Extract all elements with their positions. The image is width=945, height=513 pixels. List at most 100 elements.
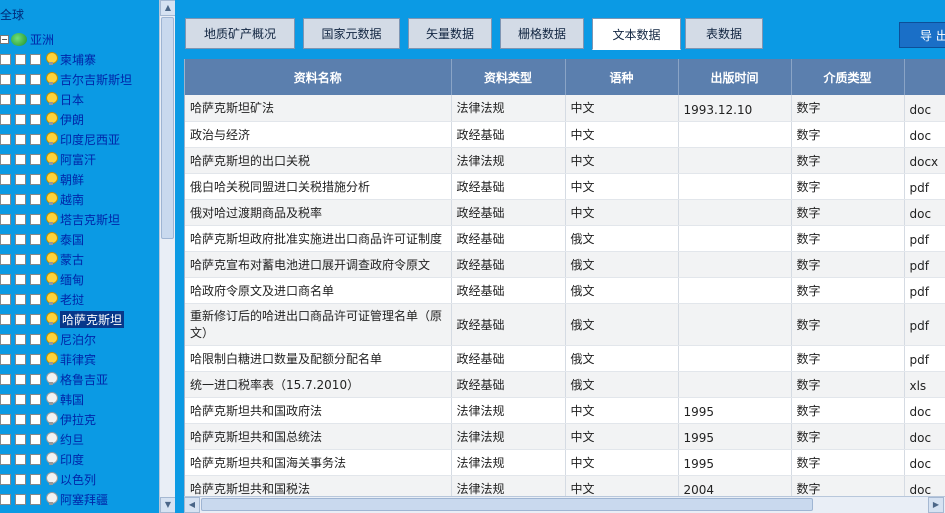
tree-item-label[interactable]: 韩国: [60, 391, 84, 408]
layer-checkbox[interactable]: [15, 173, 26, 185]
layer-checkbox[interactable]: [0, 133, 11, 145]
tree-item[interactable]: 缅甸: [0, 270, 159, 288]
tree-item-label[interactable]: 伊朗: [60, 111, 84, 128]
layer-checkbox[interactable]: [0, 233, 11, 245]
layer-checkbox[interactable]: [0, 153, 11, 165]
layer-checkbox[interactable]: [30, 113, 41, 125]
tree-item[interactable]: 泰国: [0, 230, 159, 248]
layer-checkbox[interactable]: [15, 73, 26, 85]
tree-item-label[interactable]: 越南: [60, 191, 84, 208]
layer-checkbox[interactable]: [30, 393, 41, 405]
tree-item[interactable]: 韩国: [0, 390, 159, 408]
layer-checkbox[interactable]: [0, 293, 11, 305]
tab-1[interactable]: 国家元数据: [303, 18, 400, 49]
layer-checkbox[interactable]: [0, 313, 11, 325]
table-row[interactable]: 哈萨克斯坦共和国政府法 法律法规 中文 1995 数字 doc: [185, 397, 945, 424]
table-row[interactable]: 俄白哈关税同盟进口关税措施分析 政经基础 中文 数字 pdf: [185, 173, 945, 200]
layer-checkbox[interactable]: [15, 473, 26, 485]
tab-3[interactable]: 栅格数据: [500, 18, 584, 49]
layer-checkbox[interactable]: [15, 353, 26, 365]
layer-checkbox[interactable]: [0, 213, 11, 225]
table-row[interactable]: 哈萨克斯坦矿法 法律法规 中文 1993.12.10 数字 doc: [185, 95, 945, 122]
scroll-down-icon[interactable]: ▼: [160, 497, 176, 513]
layer-checkbox[interactable]: [0, 413, 11, 425]
scroll-left-icon[interactable]: ◀: [184, 497, 200, 513]
tree-node-asia-label[interactable]: 亚洲: [30, 31, 54, 48]
layer-checkbox[interactable]: [15, 433, 26, 445]
layer-checkbox[interactable]: [30, 213, 41, 225]
layer-checkbox[interactable]: [15, 493, 26, 505]
tree-item-label[interactable]: 阿富汗: [60, 151, 96, 168]
layer-checkbox[interactable]: [30, 73, 41, 85]
layer-checkbox[interactable]: [30, 473, 41, 485]
table-row[interactable]: 哈萨克斯坦共和国税法 法律法规 中文 2004 数字 doc: [185, 475, 945, 496]
tree-item-label[interactable]: 哈萨克斯坦: [60, 310, 125, 328]
tree-item-label[interactable]: 日本: [60, 91, 84, 108]
column-header[interactable]: 资料名称: [185, 59, 452, 95]
layer-checkbox[interactable]: [0, 53, 11, 65]
layer-checkbox[interactable]: [30, 253, 41, 265]
table-row[interactable]: 重新修订后的哈进出口商品许可证管理名单（原文） 政经基础 俄文 数字 pdf: [185, 303, 945, 346]
tree-item[interactable]: 伊朗: [0, 110, 159, 128]
tree-item-label[interactable]: 格鲁吉亚: [60, 371, 108, 388]
layer-checkbox[interactable]: [0, 273, 11, 285]
column-header[interactable]: 出版时间: [678, 59, 792, 95]
tree-item[interactable]: 以色列: [0, 470, 159, 488]
tree-item-label[interactable]: 柬埔寨: [60, 51, 96, 68]
tab-0[interactable]: 地质矿产概况: [185, 18, 295, 49]
tree-item[interactable]: 印度尼西亚: [0, 130, 159, 148]
tree-item[interactable]: 菲律宾: [0, 350, 159, 368]
tree-item-label[interactable]: 老挝: [60, 291, 84, 308]
tree-item-label[interactable]: 缅甸: [60, 271, 84, 288]
tree-item[interactable]: 格鲁吉亚: [0, 370, 159, 388]
layer-checkbox[interactable]: [30, 233, 41, 245]
layer-checkbox[interactable]: [15, 213, 26, 225]
table-row[interactable]: 哈萨克宣布对蓄电池进口展开调查政府令原文 政经基础 俄文 数字 pdf: [185, 251, 945, 278]
tree-item[interactable]: 印度: [0, 450, 159, 468]
tree-item-label[interactable]: 印度: [60, 451, 84, 468]
tree-item[interactable]: 约旦: [0, 430, 159, 448]
tab-4[interactable]: 文本数据: [592, 18, 681, 50]
layer-checkbox[interactable]: [15, 253, 26, 265]
tree-item[interactable]: 老挝: [0, 290, 159, 308]
export-button[interactable]: 导 出: [899, 22, 945, 48]
layer-checkbox[interactable]: [15, 113, 26, 125]
tree-item[interactable]: 蒙古: [0, 250, 159, 268]
tree-item-label[interactable]: 朝鲜: [60, 171, 84, 188]
layer-checkbox[interactable]: [15, 293, 26, 305]
column-header[interactable]: 介质类型: [791, 59, 905, 95]
layer-checkbox[interactable]: [30, 53, 41, 65]
tree-item-label[interactable]: 吉尔吉斯斯坦: [60, 71, 132, 88]
tree-item-label[interactable]: 菲律宾: [60, 351, 96, 368]
layer-checkbox[interactable]: [0, 473, 11, 485]
tree-item[interactable]: 吉尔吉斯斯坦: [0, 70, 159, 88]
layer-checkbox[interactable]: [30, 153, 41, 165]
layer-checkbox[interactable]: [30, 453, 41, 465]
layer-checkbox[interactable]: [30, 413, 41, 425]
layer-checkbox[interactable]: [0, 433, 11, 445]
scroll-right-icon[interactable]: ▶: [928, 497, 944, 513]
layer-checkbox[interactable]: [30, 273, 41, 285]
table-row[interactable]: 哈萨克斯坦共和国海关事务法 法律法规 中文 1995 数字 doc: [185, 449, 945, 476]
table-row[interactable]: 哈萨克斯坦的出口关税 法律法规 中文 数字 docx: [185, 147, 945, 174]
layer-checkbox[interactable]: [30, 93, 41, 105]
layer-checkbox[interactable]: [15, 393, 26, 405]
column-header[interactable]: 语种: [565, 59, 679, 95]
layer-checkbox[interactable]: [0, 493, 11, 505]
layer-checkbox[interactable]: [0, 73, 11, 85]
layer-checkbox[interactable]: [30, 313, 41, 325]
layer-checkbox[interactable]: [0, 373, 11, 385]
layer-checkbox[interactable]: [15, 333, 26, 345]
layer-checkbox[interactable]: [30, 173, 41, 185]
table-row[interactable]: 哈萨克斯坦共和国总统法 法律法规 中文 1995 数字 doc: [185, 423, 945, 450]
layer-checkbox[interactable]: [15, 153, 26, 165]
tree-node-asia[interactable]: − 亚洲: [0, 30, 54, 48]
layer-checkbox[interactable]: [30, 493, 41, 505]
layer-checkbox[interactable]: [30, 293, 41, 305]
tree-item-label[interactable]: 约旦: [60, 431, 84, 448]
tab-2[interactable]: 矢量数据: [408, 18, 492, 49]
layer-checkbox[interactable]: [15, 53, 26, 65]
layer-checkbox[interactable]: [15, 453, 26, 465]
tree-item[interactable]: 阿富汗: [0, 150, 159, 168]
tree-scroll-thumb[interactable]: [161, 17, 174, 239]
